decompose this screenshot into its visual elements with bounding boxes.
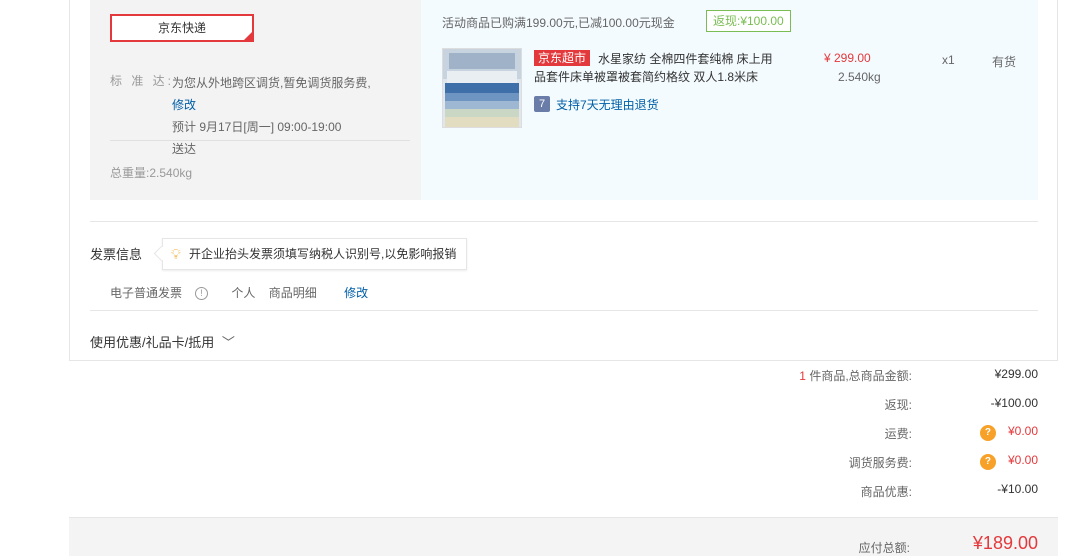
divider — [110, 140, 410, 141]
check-icon: ✓ — [244, 31, 251, 40]
total-weight: 总重量:2.540kg — [110, 166, 193, 180]
product-quantity: x1 — [942, 53, 955, 67]
coupon-toggle[interactable]: 使用优惠/礼品卡/抵用 ﹀ — [90, 332, 235, 351]
shipping-method-jd-express[interactable]: 京东快递 ✓ — [110, 14, 254, 42]
discount-value: -¥10.00 — [997, 482, 1038, 496]
product-thumbnail[interactable] — [442, 48, 522, 128]
question-icon[interactable]: ? — [979, 454, 996, 470]
invoice-tip: 💡︎ 开企业抬头发票须填写纳税人识别号,以免影响报销 — [162, 238, 468, 270]
goods-count-label: 1 件商品,总商品金额: — [799, 367, 912, 384]
freight-value: ¥0.00 — [1007, 424, 1038, 438]
goods-count: 1 — [799, 369, 806, 383]
freight-row: ? ¥0.00 — [918, 424, 1038, 441]
transfer-fee-label: 调货服务费: — [848, 456, 912, 470]
return-policy-icon: 7 — [534, 96, 550, 112]
invoice-type-label: 电子普通发票 — [110, 286, 183, 300]
goods-total: ¥299.00 — [994, 367, 1038, 381]
invoice-type: 电子普通发票! — [110, 286, 218, 301]
jd-supermarket-tag: 京东超市 — [534, 50, 591, 66]
section-divider — [90, 310, 1038, 311]
modify-delivery-link[interactable]: 修改 — [172, 98, 196, 112]
info-icon[interactable]: ! — [195, 287, 209, 301]
delivery-eta-suffix: 送达 — [172, 142, 197, 156]
delivery-eta: 预计 9月17日[周一] 09:00-19:00 — [172, 120, 342, 134]
invoice-title: 发票信息 — [90, 247, 143, 262]
rebate-value: -¥100.00 — [990, 396, 1038, 410]
rebate-badge: 返现:¥100.00 — [706, 10, 791, 32]
transfer-fee-value: ¥0.00 — [1007, 453, 1038, 467]
bedding-image — [443, 49, 521, 127]
transfer-fee-row: ? ¥0.00 — [918, 453, 1038, 470]
discount-label: 商品优惠: — [860, 485, 912, 499]
modify-invoice-link[interactable]: 修改 — [344, 286, 368, 300]
product-weight: 2.540kg — [838, 70, 881, 84]
payable-value: ¥189.00 — [972, 533, 1038, 553]
payable-label: 应付总额: — [858, 541, 910, 555]
goods-count-text: 件商品,总商品金额: — [805, 369, 912, 383]
promo-text: 活动商品已购满199.00元,已减100.00元现金 — [442, 16, 675, 30]
invoice-tip-text: 开企业抬头发票须填写纳税人识别号,以免影响报销 — [189, 247, 457, 261]
return-policy-text[interactable]: 支持7天无理由退货 — [556, 96, 659, 113]
standard-delivery-label: 标 准 达: — [110, 74, 175, 88]
rebate-label: 返现: — [884, 398, 912, 412]
product-price: ¥ 299.00 — [824, 51, 871, 65]
question-icon[interactable]: ? — [979, 425, 996, 441]
invoice-content: 商品明细 — [268, 286, 317, 300]
standard-delivery-text: 为您从外地跨区调货,暂免调货服务费, 修改 预计 9月17日[周一] 09:00… — [172, 72, 384, 160]
stock-status: 有货 — [992, 55, 1017, 69]
invoice-holder: 个人 — [231, 286, 256, 300]
chevron-down-icon: ﹀ — [221, 335, 235, 350]
invoice-details: 电子普通发票! 个人 商品明细 修改 — [110, 284, 378, 301]
lightbulb-icon: 💡︎ — [171, 246, 181, 262]
delivery-note: 为您从外地跨区调货,暂免调货服务费, — [172, 76, 371, 90]
shipping-method-label: 京东快递 — [157, 21, 206, 35]
coupon-label: 使用优惠/礼品卡/抵用 — [90, 335, 215, 350]
section-divider — [90, 221, 1038, 222]
freight-label: 运费: — [884, 427, 912, 441]
